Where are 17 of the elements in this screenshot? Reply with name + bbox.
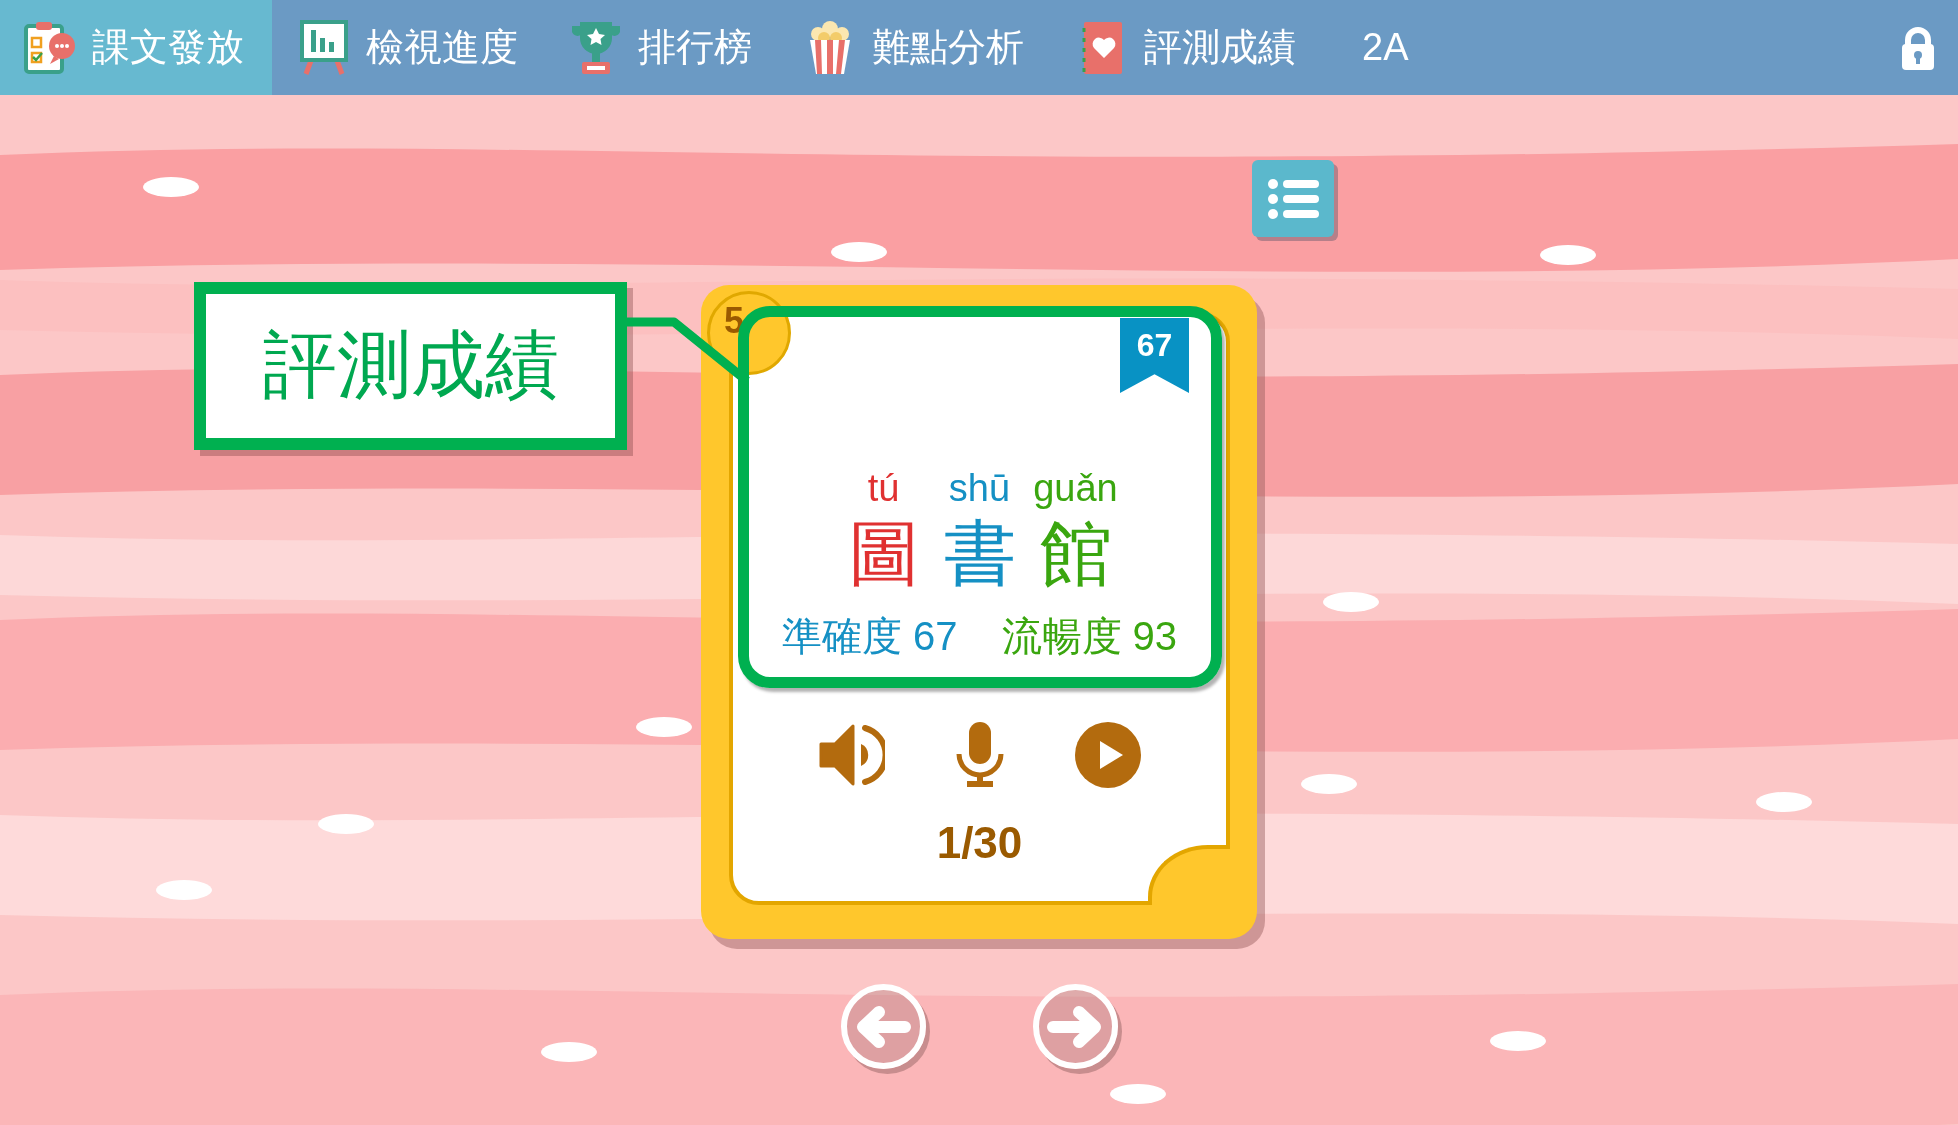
score-text: 流暢度 93 [1001, 613, 1178, 660]
score-text: 準確度 67 [781, 613, 958, 660]
nav-tab[interactable]: 檢視進度 [272, 0, 544, 95]
character-text: 圖 [847, 510, 920, 596]
page-counter: 1/30 [936, 818, 1023, 868]
pinyin-text: shū [948, 466, 1011, 510]
class-label: 2A [1362, 26, 1409, 69]
nav-tab[interactable]: 評測成績 [1050, 0, 1322, 95]
character-text: 書 [943, 510, 1016, 596]
score-ribbon: 67 [1120, 318, 1189, 393]
character-text: 館 [1039, 510, 1112, 596]
pinyin-text: guǎn [1033, 466, 1118, 510]
callout-label: 評測成績 [194, 282, 627, 450]
pinyin-text: tú [867, 466, 900, 510]
nav-tab[interactable]: 排行榜 [544, 0, 778, 95]
nav-tab[interactable]: 難點分析 [778, 0, 1050, 95]
nav-tab[interactable]: 課文發放 [0, 0, 272, 95]
